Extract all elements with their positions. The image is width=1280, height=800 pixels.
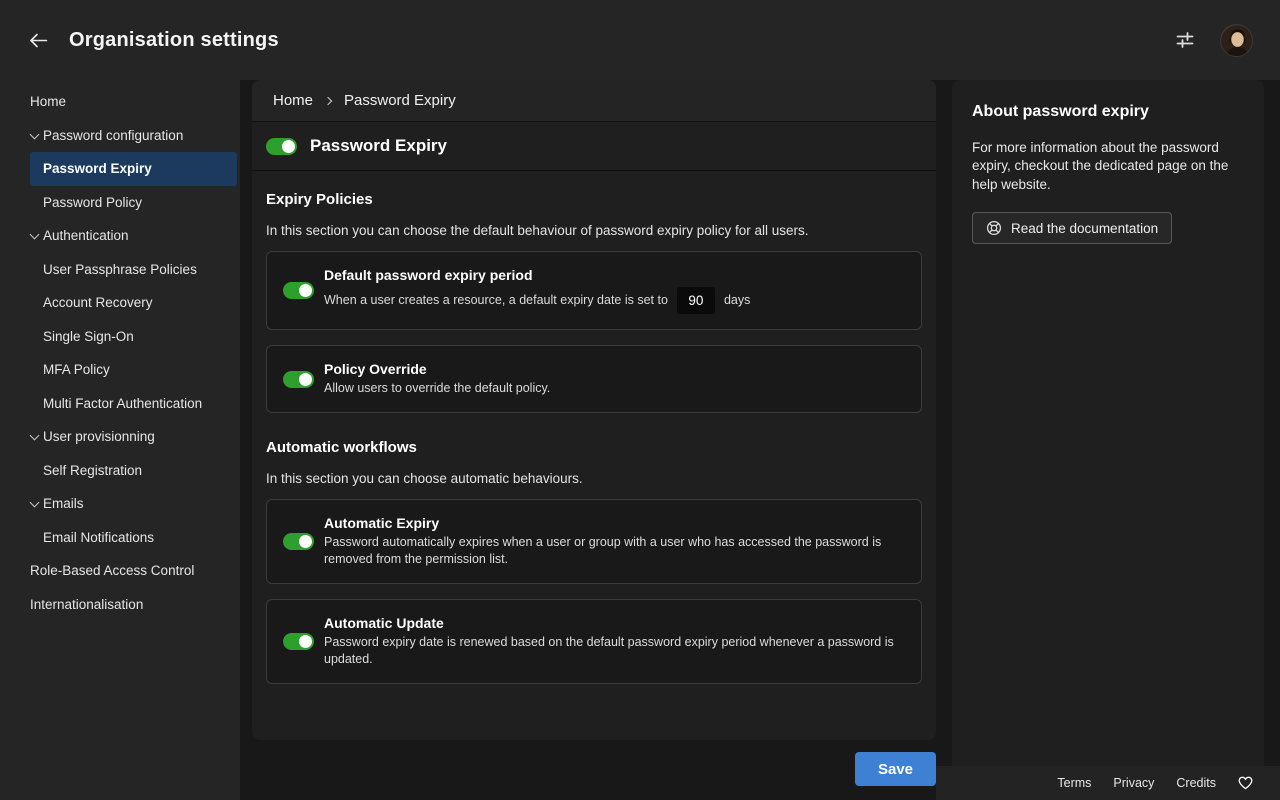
chevron-down-icon bbox=[30, 230, 40, 240]
arrow-left-icon bbox=[29, 33, 48, 48]
automatic-expiry-toggle[interactable] bbox=[283, 533, 314, 550]
heart-icon[interactable] bbox=[1238, 776, 1253, 790]
app-title: Organisation settings bbox=[69, 29, 279, 52]
expiry-days-input[interactable] bbox=[677, 287, 715, 314]
back-button[interactable] bbox=[27, 31, 49, 49]
expiry-policies-section: Expiry Policies In this section you can … bbox=[252, 191, 936, 413]
sidebar-item-single-sign-on[interactable]: Single Sign-On bbox=[30, 320, 237, 354]
default-expiry-period-toggle[interactable] bbox=[283, 282, 314, 299]
sidebar-item-mfa-policy[interactable]: MFA Policy bbox=[30, 353, 237, 387]
user-avatar[interactable] bbox=[1220, 24, 1253, 57]
setting-card-automatic-expiry: Automatic Expiry Password automatically … bbox=[266, 499, 922, 584]
automatic-workflows-section: Automatic workflows In this section you … bbox=[252, 439, 936, 684]
card-description: Password expiry date is renewed based on… bbox=[324, 634, 902, 668]
sidebar-item-home[interactable]: Home bbox=[30, 85, 237, 119]
breadcrumb: Home Password Expiry bbox=[252, 80, 936, 122]
sidebar-item-email-notifications[interactable]: Email Notifications bbox=[30, 521, 237, 555]
sidebar-item-password-configuration[interactable]: Password configuration bbox=[30, 119, 237, 153]
top-bar: Organisation settings bbox=[0, 0, 1280, 80]
help-panel-title: About password expiry bbox=[972, 103, 1244, 121]
settings-sidebar: Home Password configuration Password Exp… bbox=[0, 80, 240, 800]
chevron-down-icon bbox=[30, 431, 40, 441]
footer-link-credits[interactable]: Credits bbox=[1176, 776, 1216, 790]
card-title: Policy Override bbox=[324, 361, 902, 377]
password-expiry-feature-toggle[interactable] bbox=[266, 138, 297, 155]
section-title: Automatic workflows bbox=[266, 439, 922, 456]
setting-card-automatic-update: Automatic Update Password expiry date is… bbox=[266, 599, 922, 684]
save-button[interactable]: Save bbox=[855, 752, 936, 786]
setting-card-default-expiry-period: Default password expiry period When a us… bbox=[266, 251, 922, 330]
chevron-down-icon bbox=[30, 498, 40, 508]
section-description: In this section you can choose the defau… bbox=[266, 223, 922, 238]
sidebar-item-multi-factor-authentication[interactable]: Multi Factor Authentication bbox=[30, 387, 237, 421]
footer: Terms Privacy Credits bbox=[936, 766, 1280, 800]
sidebar-item-password-expiry[interactable]: Password Expiry bbox=[30, 152, 237, 186]
page-title: Password Expiry bbox=[310, 136, 447, 156]
sidebar-item-self-registration[interactable]: Self Registration bbox=[30, 454, 237, 488]
settings-sliders-icon[interactable] bbox=[1174, 29, 1196, 51]
card-description: When a user creates a resource, a defaul… bbox=[324, 287, 902, 314]
breadcrumb-current: Password Expiry bbox=[344, 92, 456, 109]
card-title: Automatic Update bbox=[324, 615, 902, 631]
section-description: In this section you can choose automatic… bbox=[266, 471, 922, 486]
life-buoy-icon bbox=[986, 220, 1002, 236]
sidebar-item-role-based-access-control[interactable]: Role-Based Access Control bbox=[30, 554, 237, 588]
sidebar-item-account-recovery[interactable]: Account Recovery bbox=[30, 286, 237, 320]
automatic-update-toggle[interactable] bbox=[283, 633, 314, 650]
sidebar-item-password-policy[interactable]: Password Policy bbox=[30, 186, 237, 220]
card-description: Allow users to override the default poli… bbox=[324, 380, 902, 397]
policy-override-toggle[interactable] bbox=[283, 371, 314, 388]
main-content-panel: Home Password Expiry Password Expiry Exp… bbox=[252, 80, 936, 740]
sidebar-item-authentication[interactable]: Authentication bbox=[30, 219, 237, 253]
card-description: Password automatically expires when a us… bbox=[324, 534, 902, 568]
footer-link-terms[interactable]: Terms bbox=[1057, 776, 1091, 790]
sidebar-item-internationalisation[interactable]: Internationalisation bbox=[30, 588, 237, 622]
page-title-row: Password Expiry bbox=[252, 122, 936, 171]
topbar-actions bbox=[1174, 24, 1253, 57]
section-title: Expiry Policies bbox=[266, 191, 922, 208]
sidebar-item-user-passphrase-policies[interactable]: User Passphrase Policies bbox=[30, 253, 237, 287]
breadcrumb-home-link[interactable]: Home bbox=[273, 92, 313, 109]
card-title: Automatic Expiry bbox=[324, 515, 902, 531]
chevron-down-icon bbox=[30, 129, 40, 139]
help-panel-text: For more information about the password … bbox=[972, 139, 1244, 194]
chevron-right-icon bbox=[324, 97, 332, 105]
setting-card-policy-override: Policy Override Allow users to override … bbox=[266, 345, 922, 413]
footer-link-privacy[interactable]: Privacy bbox=[1113, 776, 1154, 790]
help-panel: About password expiry For more informati… bbox=[952, 80, 1264, 766]
sidebar-item-user-provisionning[interactable]: User provisionning bbox=[30, 420, 237, 454]
read-documentation-button[interactable]: Read the documentation bbox=[972, 212, 1172, 244]
card-title: Default password expiry period bbox=[324, 267, 902, 283]
sidebar-item-emails[interactable]: Emails bbox=[30, 487, 237, 521]
